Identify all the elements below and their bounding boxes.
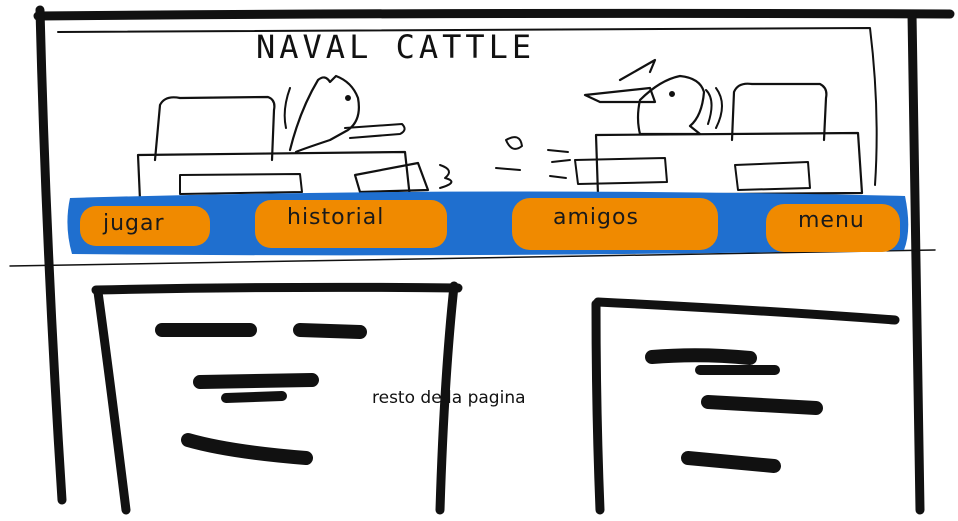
nav-historial-button[interactable]: historial [287,205,384,230]
rest-of-page-label: resto de la pagina [372,388,526,408]
nav-amigos-button[interactable]: amigos [553,205,639,230]
right-cat-body [636,74,706,136]
right-text-line-4 [681,451,781,473]
left-text-line-5 [181,433,313,465]
left-cat-arm [344,123,406,139]
left-cat-eye [345,95,351,101]
nav-menu-button[interactable]: menu [798,208,865,233]
right-ship-cabin [730,82,828,142]
left-cat-body [288,74,360,154]
shot-3 [547,149,571,179]
right-cat-ears [705,87,723,129]
right-text-line-3 [701,395,823,415]
right-ship-window [574,157,668,185]
nav-jugar-button[interactable]: jugar [103,211,165,236]
frame-right-line [907,9,925,515]
right-cannon [734,161,811,191]
right-cat-eye [669,91,675,97]
left-cat-tail [283,87,291,129]
right-panel-left [591,299,605,515]
page-title: NAVAL CATTLE [256,28,536,66]
frame-top-line [33,8,955,21]
left-ship-window [179,173,303,195]
right-text-line-1 [645,348,757,365]
shot-1 [439,164,453,189]
right-ship-hull [594,131,864,197]
left-text-line-4 [221,391,287,403]
left-text-line-3 [193,373,319,389]
left-panel-top [91,282,463,295]
left-text-line-2 [293,323,367,339]
shot-2 [495,136,523,171]
left-ship-cabin [153,95,276,162]
right-panel-top [593,297,900,325]
sketch-canvas [9,5,955,515]
left-panel-left [93,287,131,515]
frame-left-line [35,5,67,505]
left-cannon [353,161,430,194]
